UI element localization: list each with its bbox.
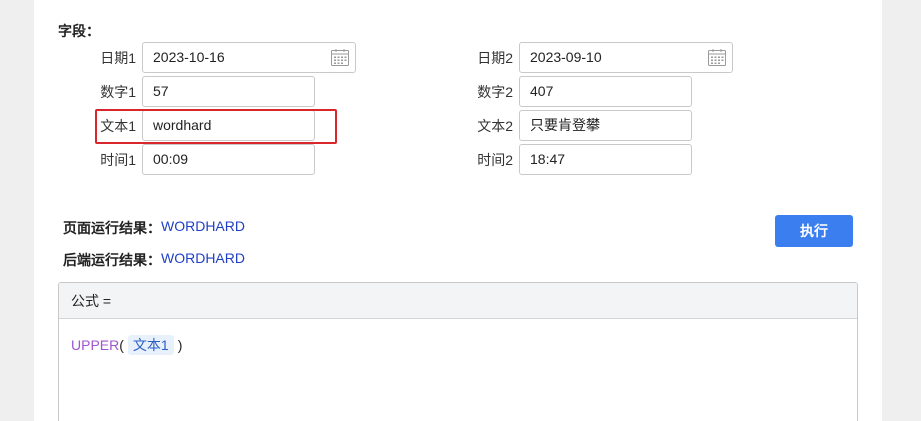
time1-label: 时间1 [100, 152, 136, 168]
time1-value: 00:09 [153, 151, 189, 167]
number1-input[interactable]: 57 [142, 76, 315, 107]
number1-value: 57 [153, 83, 169, 99]
backend-result-label: 后端运行结果： [63, 252, 161, 268]
page-result-value: WORDHARD [161, 218, 245, 234]
formula-editor: 公式 = UPPER(文本1) [58, 282, 858, 421]
date1-value: 2023-10-16 [153, 49, 225, 65]
time2-label: 时间2 [477, 152, 513, 168]
calendar-icon[interactable] [708, 49, 726, 66]
date1-input[interactable]: 2023-10-16 [142, 42, 356, 73]
text1-label: 文本1 [100, 118, 136, 134]
execute-button[interactable]: 执行 [775, 215, 853, 247]
number2-input[interactable]: 407 [519, 76, 692, 107]
time2-input[interactable]: 18:47 [519, 144, 692, 175]
formula-open-paren: ( [119, 337, 124, 353]
calendar-icon[interactable] [331, 49, 349, 66]
text2-input[interactable]: 只要肯登攀 [519, 110, 692, 141]
time2-value: 18:47 [530, 151, 566, 167]
formula-input[interactable]: UPPER(文本1) [59, 319, 857, 371]
formula-field-token[interactable]: 文本1 [127, 335, 174, 355]
number2-label: 数字2 [477, 84, 513, 100]
text1-value: wordhard [153, 117, 212, 133]
time1-input[interactable]: 00:09 [142, 144, 315, 175]
number2-value: 407 [530, 83, 554, 99]
date2-value: 2023-09-10 [530, 49, 602, 65]
fields-title: 字段： [58, 23, 100, 39]
text2-value: 只要肯登攀 [530, 117, 600, 133]
number1-label: 数字1 [100, 84, 136, 100]
backend-result-value: WORDHARD [161, 250, 245, 266]
text1-input[interactable]: wordhard [142, 110, 315, 141]
formula-close-paren: ) [177, 337, 183, 353]
page-result-label: 页面运行结果： [63, 220, 161, 236]
text2-label: 文本2 [477, 118, 513, 134]
formula-function-name: UPPER [71, 337, 120, 353]
date1-label: 日期1 [100, 50, 136, 66]
date2-label: 日期2 [477, 50, 513, 66]
date2-input[interactable]: 2023-09-10 [519, 42, 733, 73]
formula-header: 公式 = [59, 283, 857, 319]
